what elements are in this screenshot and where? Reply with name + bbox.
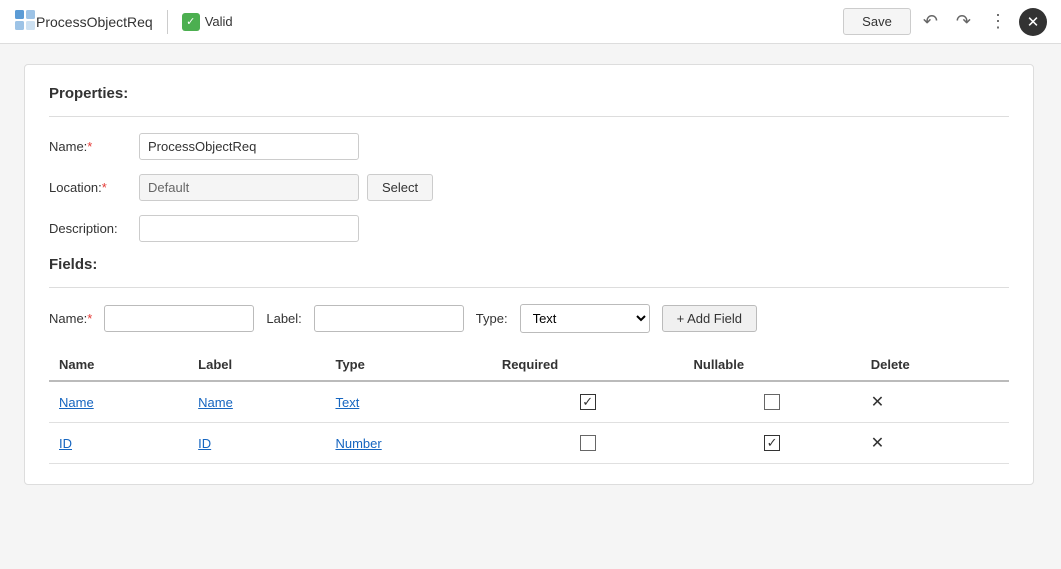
row2-type: Number xyxy=(325,423,491,464)
field-name-label: Name:* xyxy=(49,311,92,326)
more-options-icon: ⋮ xyxy=(989,11,1007,32)
fields-table-body: Name Name Text ✓ xyxy=(49,381,1009,464)
row1-nullable-cell xyxy=(684,381,861,423)
row2-delete-cell: ✕ xyxy=(861,423,1009,464)
row1-required-checkmark: ✓ xyxy=(582,394,593,410)
save-button[interactable]: Save xyxy=(843,8,911,35)
row2-nullable-checkbox[interactable]: ✓ xyxy=(764,435,780,451)
close-icon: ✕ xyxy=(1027,13,1040,31)
row2-name: ID xyxy=(49,423,188,464)
close-button[interactable]: ✕ xyxy=(1019,8,1047,36)
properties-section-title: Properties: xyxy=(49,85,1009,102)
row1-label: Name xyxy=(188,381,325,423)
field-type-select[interactable]: Text Number Boolean Date xyxy=(520,304,650,333)
topbar-actions: Save ↶ ↷ ⋮ ✕ xyxy=(843,7,1047,36)
row1-name: Name xyxy=(49,381,188,423)
more-options-button[interactable]: ⋮ xyxy=(983,7,1013,36)
app-logo-icon xyxy=(14,9,36,34)
name-row: Name:* xyxy=(49,133,1009,160)
row2-type-link[interactable]: Number xyxy=(335,436,381,451)
field-label-label: Label: xyxy=(266,311,301,326)
row2-delete-button[interactable]: ✕ xyxy=(871,435,884,452)
field-label-input[interactable] xyxy=(314,305,464,332)
table-row: Name Name Text ✓ xyxy=(49,381,1009,423)
row2-name-link[interactable]: ID xyxy=(59,436,72,451)
fields-table: Name Label Type Required Nullable Delete… xyxy=(49,349,1009,464)
topbar-title: ProcessObjectReq xyxy=(36,14,153,30)
description-input[interactable] xyxy=(139,215,359,242)
row1-required-cell: ✓ xyxy=(492,381,684,423)
row2-label: ID xyxy=(188,423,325,464)
location-label: Location:* xyxy=(49,180,139,195)
row1-name-link[interactable]: Name xyxy=(59,395,94,410)
row2-label-link[interactable]: ID xyxy=(198,436,211,451)
topbar: ProcessObjectReq ✓ Valid Save ↶ ↷ ⋮ ✕ xyxy=(0,0,1061,44)
description-row: Description: xyxy=(49,215,1009,242)
undo-icon: ↶ xyxy=(923,11,938,32)
field-name-input[interactable] xyxy=(104,305,254,332)
name-label: Name:* xyxy=(49,139,139,154)
row1-label-link[interactable]: Name xyxy=(198,395,233,410)
location-row: Location:* Select xyxy=(49,174,1009,201)
col-type: Type xyxy=(325,349,491,381)
col-required: Required xyxy=(492,349,684,381)
location-required-star: * xyxy=(102,180,107,195)
fields-table-header: Name Label Type Required Nullable Delete xyxy=(49,349,1009,381)
add-field-button[interactable]: + Add Field xyxy=(662,305,757,332)
undo-button[interactable]: ↶ xyxy=(917,7,944,36)
description-label: Description: xyxy=(49,221,139,236)
name-required-star: * xyxy=(87,139,92,154)
fields-divider xyxy=(49,287,1009,288)
location-input xyxy=(139,174,359,201)
name-input[interactable] xyxy=(139,133,359,160)
fields-section-title: Fields: xyxy=(49,256,1009,273)
row1-required-checkbox[interactable]: ✓ xyxy=(580,394,596,410)
properties-divider xyxy=(49,116,1009,117)
col-nullable: Nullable xyxy=(684,349,861,381)
valid-label: Valid xyxy=(205,14,233,29)
main-content: Properties: Name:* Location:* Select Des… xyxy=(0,44,1061,569)
col-name: Name xyxy=(49,349,188,381)
table-row: ID ID Number xyxy=(49,423,1009,464)
redo-icon: ↷ xyxy=(956,11,971,32)
row2-required-checkbox[interactable] xyxy=(580,435,596,451)
row2-required-cell xyxy=(492,423,684,464)
topbar-valid-badge: ✓ Valid xyxy=(182,13,233,31)
row1-delete-button[interactable]: ✕ xyxy=(871,394,884,411)
valid-check-icon: ✓ xyxy=(182,13,200,31)
row1-type: Text xyxy=(325,381,491,423)
redo-button[interactable]: ↷ xyxy=(950,7,977,36)
select-button[interactable]: Select xyxy=(367,174,433,201)
col-delete: Delete xyxy=(861,349,1009,381)
properties-card: Properties: Name:* Location:* Select Des… xyxy=(24,64,1034,485)
fields-section: Fields: Name:* Label: Type: Text Number … xyxy=(49,256,1009,464)
add-field-row: Name:* Label: Type: Text Number Boolean … xyxy=(49,304,1009,333)
field-type-label: Type: xyxy=(476,311,508,326)
col-label: Label xyxy=(188,349,325,381)
row2-nullable-cell: ✓ xyxy=(684,423,861,464)
row1-nullable-checkbox[interactable] xyxy=(764,394,780,410)
row1-type-link[interactable]: Text xyxy=(335,395,359,410)
row1-delete-cell: ✕ xyxy=(861,381,1009,423)
topbar-divider xyxy=(167,10,168,34)
row2-nullable-checkmark: ✓ xyxy=(767,435,778,451)
field-name-required-star: * xyxy=(87,311,92,326)
